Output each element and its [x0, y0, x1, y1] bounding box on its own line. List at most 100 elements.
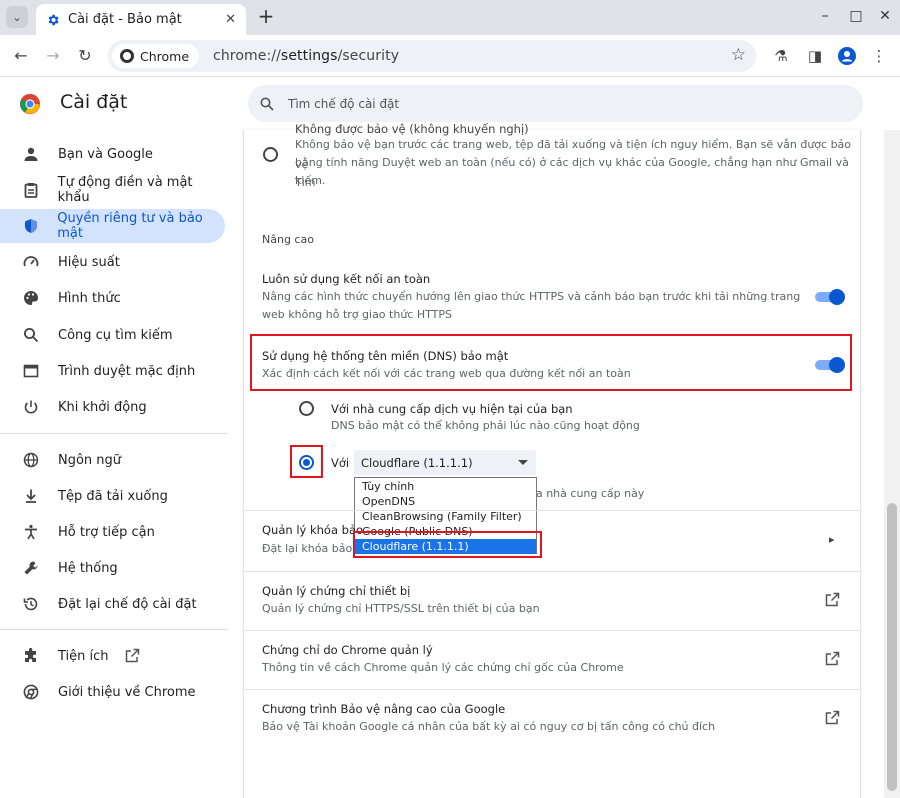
security-settings-panel: Không được bảo vệ (không khuyến nghị) Kh…: [243, 122, 861, 798]
row-divider: [244, 571, 860, 572]
chevron-down-icon: ⌄: [12, 10, 22, 24]
side-panel-icon[interactable]: ◨: [806, 47, 824, 65]
sidebar-item-downloads[interactable]: Tệp đã tải xuống: [0, 479, 225, 513]
sidebar-item-appearance[interactable]: Hình thức: [0, 281, 225, 315]
sidebar-item-label: Tệp đã tải xuống: [58, 488, 168, 504]
page-title: Cài đặt: [60, 91, 128, 113]
dns-option-opendns[interactable]: OpenDNS: [355, 494, 536, 509]
sidebar-item-label: Ngôn ngữ: [58, 452, 122, 468]
dns-toggle[interactable]: [815, 357, 845, 373]
sidebar-item-on-startup[interactable]: Khi khởi động: [0, 390, 225, 424]
advanced-protection-title: Chương trình Bảo vệ nâng cao của Google: [262, 702, 506, 716]
chrome-certs-title: Chứng chỉ do Chrome quản lý: [262, 643, 433, 657]
globe-icon: [22, 451, 40, 469]
dns-desc: Xác định cách kết nối với các trang web …: [262, 367, 631, 380]
manage-certs-title: Quản lý chứng chỉ thiết bị: [262, 584, 411, 598]
no-protection-radio[interactable]: [263, 147, 278, 162]
dns-option-cleanbrowsing[interactable]: CleanBrowsing (Family Filter): [355, 509, 536, 524]
browser-icon: [22, 362, 40, 380]
sidebar-item-label: Trình duyệt mặc định: [58, 363, 196, 379]
open-in-new-icon[interactable]: [824, 710, 840, 726]
power-icon: [22, 398, 40, 416]
sidebar-item-label: Giới thiệu về Chrome: [58, 684, 196, 700]
profile-avatar-icon[interactable]: [838, 47, 856, 65]
sidebar-item-label: Hiệu suất: [58, 254, 120, 270]
sidebar-item-label: Tiện ích: [58, 648, 109, 664]
manage-keys-title: Quản lý khóa bảo: [262, 523, 364, 537]
no-protection-title: Không được bảo vệ (không khuyến nghị): [295, 122, 529, 136]
sidebar-item-system[interactable]: Hệ thống: [0, 551, 225, 585]
wrench-icon: [22, 559, 40, 577]
sidebar-item-label: Bạn và Google: [58, 146, 153, 162]
dns-current-provider-radio[interactable]: [299, 401, 314, 416]
chrome-certs-desc: Thông tin về cách Chrome quản lý các chứ…: [262, 661, 624, 674]
sidebar-item-you-and-google[interactable]: Bạn và Google: [0, 137, 225, 171]
manage-keys-desc: Đặt lại khóa bảo: [262, 542, 353, 555]
dns-provider-select[interactable]: Cloudflare (1.1.1.1): [354, 450, 536, 475]
dns-option-custom[interactable]: Tùy chỉnh: [355, 479, 536, 494]
row-divider: [244, 510, 860, 511]
browser-toolbar: ← → ↻ Chrome chrome://settings/security …: [0, 35, 900, 77]
minimize-icon[interactable]: –: [817, 8, 833, 24]
sidebar-item-accessibility[interactable]: Hỗ trợ tiếp cận: [0, 515, 225, 549]
sidebar-item-search-engine[interactable]: Công cụ tìm kiếm: [0, 318, 225, 352]
more-menu-icon[interactable]: ⋮: [870, 47, 888, 65]
row-divider: [244, 689, 860, 690]
tab-search-button[interactable]: ⌄: [6, 6, 28, 28]
search-input[interactable]: [288, 96, 688, 111]
tab-title: Cài đặt - Bảo mật: [68, 12, 182, 27]
open-in-new-icon[interactable]: [824, 592, 840, 608]
reload-icon[interactable]: ↻: [74, 45, 96, 67]
chip-label: Chrome: [140, 48, 190, 64]
advanced-protection-desc: Bảo vệ Tài khoản Google cá nhân của bất …: [262, 720, 716, 733]
tab-settings[interactable]: Cài đặt - Bảo mật ✕: [36, 4, 246, 35]
sidebar-item-label: Hệ thống: [58, 560, 118, 576]
site-info-chip[interactable]: Chrome: [112, 44, 200, 68]
labs-flask-icon[interactable]: ⚗: [772, 47, 790, 65]
open-in-new-icon[interactable]: [824, 651, 840, 667]
forward-icon[interactable]: →: [42, 45, 64, 67]
settings-search[interactable]: [248, 85, 863, 122]
new-tab-button[interactable]: +: [256, 6, 276, 28]
puzzle-icon: [22, 647, 40, 665]
dns-current-provider-title: Với nhà cung cấp dịch vụ hiện tại của bạ…: [331, 402, 573, 416]
sidebar-item-about-chrome[interactable]: Giới thiệu về Chrome: [0, 675, 225, 709]
https-toggle[interactable]: [815, 289, 845, 305]
palette-icon: [22, 289, 40, 307]
row-divider: [244, 630, 860, 631]
chrome-logo-icon: [19, 93, 41, 115]
chevron-right-icon[interactable]: ▸: [829, 533, 835, 546]
gear-icon: [48, 14, 59, 25]
scrollbar-thumb[interactable]: [887, 503, 897, 791]
no-protection-desc-3: kiếm.: [295, 174, 326, 187]
sidebar-item-label: Công cụ tìm kiếm: [58, 327, 173, 343]
sidebar-item-languages[interactable]: Ngôn ngữ: [0, 443, 225, 477]
open-in-new-icon: [125, 648, 139, 663]
sidebar-item-autofill[interactable]: Tự động điền và mật khẩu: [0, 173, 225, 207]
search-icon: [22, 326, 40, 344]
dns-title: Sử dụng hệ thống tên miền (DNS) bảo mật: [262, 349, 509, 363]
dns-custom-prefix: Với: [331, 456, 350, 470]
accessibility-icon: [22, 523, 40, 541]
sidebar-item-privacy-security[interactable]: Quyền riêng tư và bảo mật: [0, 209, 225, 243]
close-tab-icon[interactable]: ✕: [225, 12, 236, 27]
sidebar-item-default-browser[interactable]: Trình duyệt mặc định: [0, 354, 225, 388]
url-text: chrome://settings/security: [213, 48, 400, 64]
dns-custom-desc: ủa nhà cung cấp này: [529, 487, 645, 500]
speedometer-icon: [22, 253, 40, 271]
bookmark-star-icon[interactable]: ☆: [731, 45, 746, 65]
sidebar-item-extensions[interactable]: Tiện ích: [0, 639, 225, 673]
sidebar-item-performance[interactable]: Hiệu suất: [0, 245, 225, 279]
back-icon[interactable]: ←: [10, 45, 32, 67]
maximize-icon[interactable]: □: [848, 8, 864, 24]
sidebar-item-reset-settings[interactable]: Đặt lại chế độ cài đặt: [0, 587, 225, 621]
chrome-icon: [22, 683, 40, 701]
tab-strip: ⌄ Cài đặt - Bảo mật ✕ + – □ ✕: [0, 0, 900, 35]
https-desc-2: web không hỗ trợ giao thức HTTPS: [262, 308, 452, 321]
shield-icon: [22, 217, 39, 235]
dns-select-value: Cloudflare (1.1.1.1): [361, 455, 473, 470]
close-window-icon[interactable]: ✕: [877, 8, 893, 24]
sidebar-item-label: Hình thức: [58, 290, 121, 306]
dns-custom-provider-radio[interactable]: [299, 455, 314, 470]
address-bar[interactable]: Chrome chrome://settings/security ☆: [108, 40, 756, 72]
